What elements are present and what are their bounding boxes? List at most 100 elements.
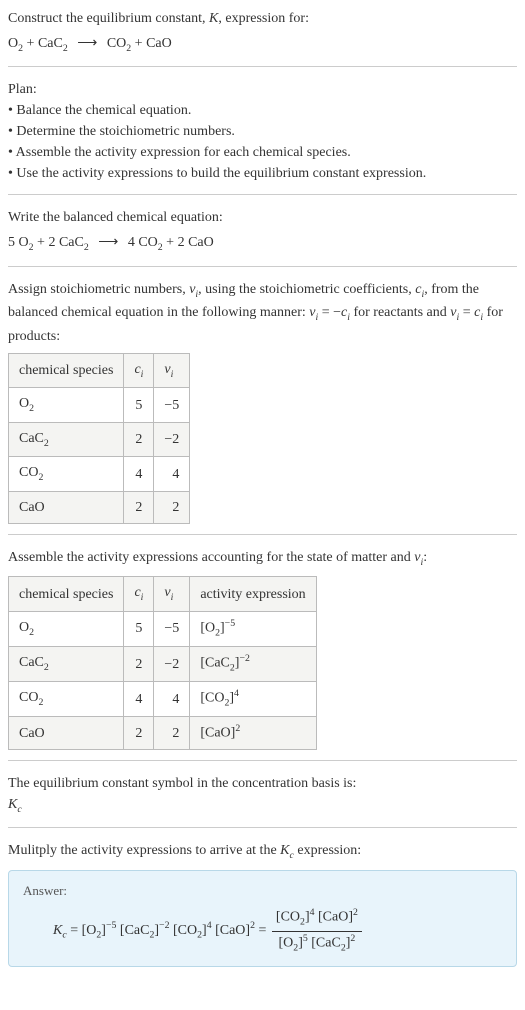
intro-text: Construct the equilibrium constant, K, e…	[8, 8, 517, 29]
plan-title: Plan:	[8, 79, 517, 100]
txt: CaC	[19, 431, 44, 446]
sub: 2	[38, 697, 43, 708]
sup: 4	[207, 921, 212, 932]
txt: [CO	[173, 923, 197, 938]
plus: +	[34, 235, 49, 250]
plan-section: Plan: • Balance the chemical equation. •…	[8, 79, 517, 195]
cell-ci: 2	[124, 491, 154, 523]
sub: 2	[44, 662, 49, 673]
table-row: CO2 4 4 [CO2]4	[9, 682, 317, 717]
txt: [CO	[200, 691, 224, 706]
txt: [CaO]	[215, 923, 250, 938]
col-activity: activity expression	[190, 577, 316, 611]
txt: CO	[19, 465, 38, 480]
cell-vi: 4	[154, 457, 190, 491]
stoich-table: chemical species ci νi O2 5 −5 CaC2 2 −2…	[8, 353, 190, 524]
sub: i	[141, 592, 144, 603]
cell-activity: [CaC2]−2	[190, 646, 316, 681]
cell-ci: 2	[124, 717, 154, 750]
plus: +	[131, 36, 146, 51]
k-symbol: K	[209, 11, 218, 26]
sup: −2	[159, 921, 169, 932]
sub: 2	[29, 627, 34, 638]
coef: 4	[128, 235, 139, 250]
col-species: chemical species	[9, 353, 124, 387]
species-co2: CO	[138, 235, 157, 250]
coef: 5	[8, 235, 19, 250]
symbol-kc: Kc	[8, 794, 517, 817]
sub: 2	[29, 403, 34, 414]
col-vi: νi	[154, 577, 190, 611]
txt: [CaC	[200, 656, 230, 671]
table-row: O2 5 −5 [O2]−5	[9, 611, 317, 646]
txt: [O	[200, 621, 215, 636]
sup: 4	[310, 907, 315, 918]
cell-species: O2	[9, 611, 124, 646]
intro-line1: Construct the equilibrium constant,	[8, 11, 209, 26]
sub: 2	[63, 43, 68, 54]
col-species: chemical species	[9, 577, 124, 611]
txt: Assign stoichiometric numbers,	[8, 282, 189, 297]
species-o2: O	[8, 36, 18, 51]
answer-label: Answer:	[23, 881, 502, 901]
symbol-section: The equilibrium constant symbol in the c…	[8, 773, 517, 828]
species-o2: O	[19, 235, 29, 250]
cell-ci: 5	[124, 611, 154, 646]
txt: [CO	[276, 910, 300, 925]
balanced-equation: 5 O2 + 2 CaC2 ⟶ 4 CO2 + 2 CaO	[8, 232, 517, 255]
species-cac2: CaC	[38, 36, 63, 51]
denominator: [O2]5 [CaC2]2	[272, 932, 362, 956]
col-vi: νi	[154, 353, 190, 387]
assign-section: Assign stoichiometric numbers, νi , using…	[8, 279, 517, 535]
activity-table: chemical species ci νi activity expressi…	[8, 576, 317, 750]
plan-bullet: • Use the activity expressions to build …	[8, 163, 517, 184]
sup: −2	[239, 653, 249, 664]
balanced-title: Write the balanced chemical equation:	[8, 207, 517, 228]
eq: =	[67, 923, 82, 938]
species-cao: CaO	[188, 235, 214, 250]
cell-vi: −5	[154, 388, 190, 422]
sup: 4	[234, 688, 239, 699]
balanced-section: Write the balanced chemical equation: 5 …	[8, 207, 517, 266]
symbol-text: The equilibrium constant symbol in the c…	[8, 773, 517, 794]
cell-species: O2	[9, 388, 124, 422]
txt: , using the stoichiometric coefficients,	[198, 282, 415, 297]
cell-activity: [O2]−5	[190, 611, 316, 646]
plan-bullet: • Assemble the activity expression for e…	[8, 142, 517, 163]
fraction: [CO2]4 [CaO]2[O2]5 [CaC2]2	[272, 906, 362, 955]
sub: 2	[84, 242, 89, 253]
coef: 2	[178, 235, 189, 250]
cell-activity: [CaO]2	[190, 717, 316, 750]
cell-species: CaC2	[9, 422, 124, 456]
sub: 2	[44, 438, 49, 449]
multiply-text: Mulitply the activity expressions to arr…	[8, 840, 517, 863]
species-co2: CO	[107, 36, 126, 51]
table-row: CaC2 2 −2 [CaC2]−2	[9, 646, 317, 681]
eq: = −	[318, 305, 341, 320]
cell-ci: 4	[124, 457, 154, 491]
cell-species: CaO	[9, 717, 124, 750]
table-row: CO2 4 4	[9, 457, 190, 491]
plus: +	[163, 235, 178, 250]
cell-ci: 2	[124, 646, 154, 681]
table-row: O2 5 −5	[9, 388, 190, 422]
txt: [CaO]	[200, 726, 235, 741]
txt: Mulitply the activity expressions to arr…	[8, 843, 280, 858]
table-header-row: chemical species ci νi	[9, 353, 190, 387]
txt: [O	[279, 935, 294, 950]
sub: i	[171, 369, 174, 380]
multiply-section: Mulitply the activity expressions to arr…	[8, 840, 517, 970]
txt: CO	[19, 690, 38, 705]
assign-text: Assign stoichiometric numbers, νi, using…	[8, 279, 517, 347]
intro-line1b: , expression for:	[218, 11, 309, 26]
cell-vi: 4	[154, 682, 190, 717]
plus: +	[23, 36, 38, 51]
eq: =	[255, 923, 270, 938]
cell-species: CO2	[9, 682, 124, 717]
numerator: [CO2]4 [CaO]2	[272, 906, 362, 931]
cell-ci: 4	[124, 682, 154, 717]
sup: −5	[106, 921, 116, 932]
cell-species: CO2	[9, 457, 124, 491]
cell-vi: −5	[154, 611, 190, 646]
k: K	[8, 797, 17, 812]
